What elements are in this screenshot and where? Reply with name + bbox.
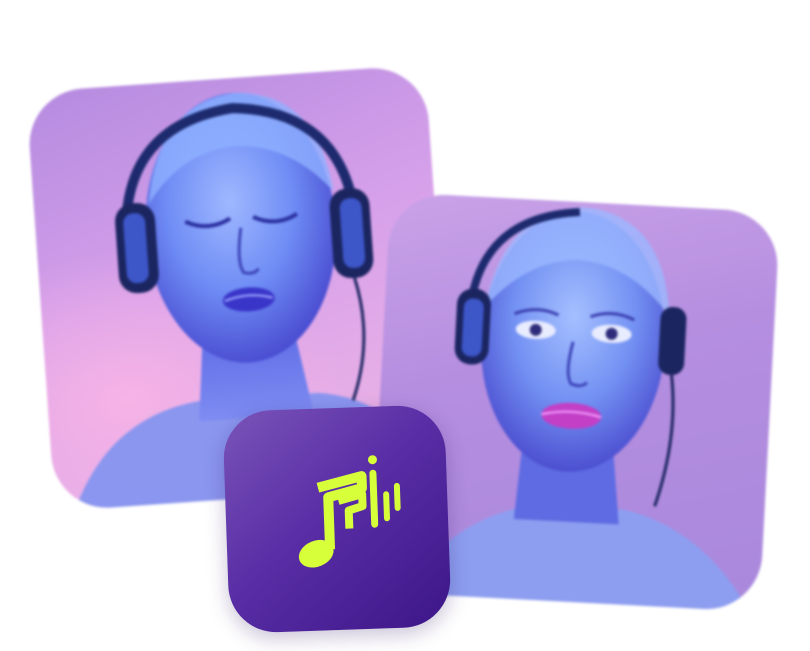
music-note-icon bbox=[298, 455, 401, 568]
hero-illustration bbox=[0, 0, 810, 651]
app-icon[interactable] bbox=[222, 404, 452, 634]
